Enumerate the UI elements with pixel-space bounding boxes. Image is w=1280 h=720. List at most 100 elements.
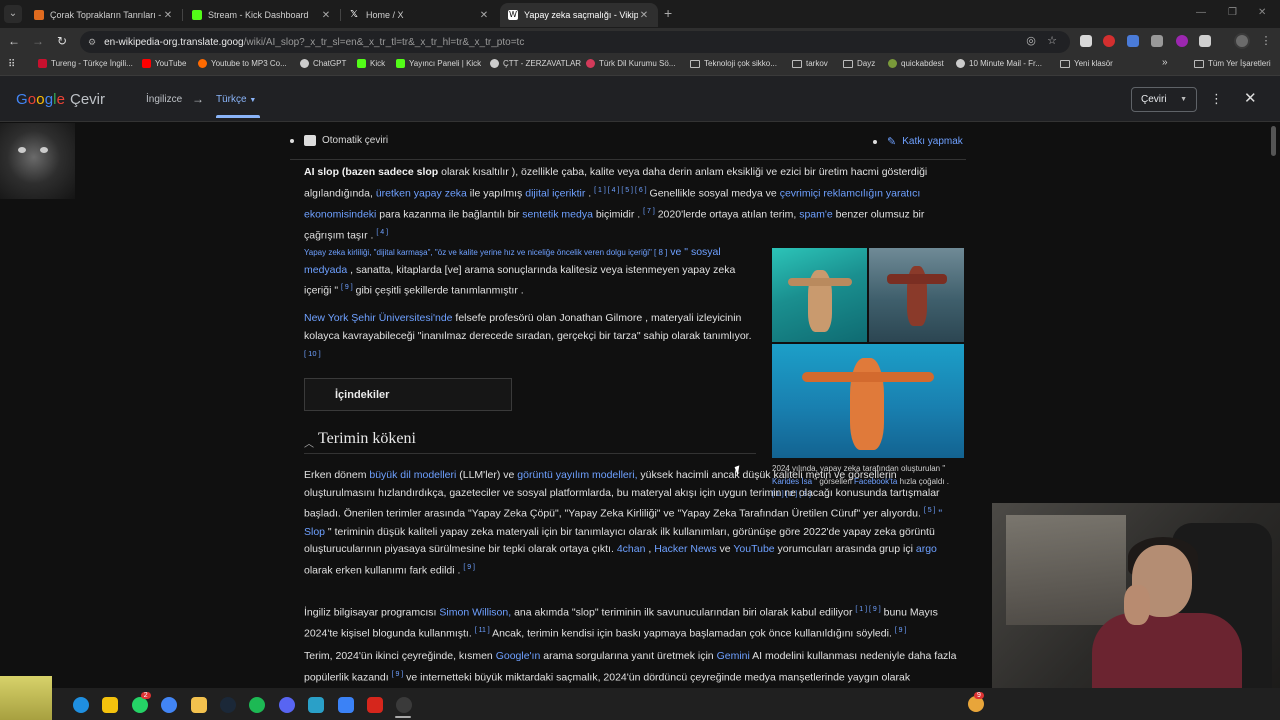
citation-refs[interactable]: [ 9 ] [463,564,475,571]
translation-menu-button[interactable]: Çeviri ▼ [1131,87,1197,112]
back-icon[interactable]: ← [6,34,22,48]
profile-avatar[interactable] [1234,33,1250,49]
link-hacker-news[interactable]: Hacker News [654,543,716,555]
whatsapp-icon[interactable] [131,697,148,713]
section-heading[interactable]: ︿ Terimin kökeni [304,428,756,454]
tab-4-active[interactable]: W Yapay zeka saçmalığı - Vikipedi ✕ [500,3,658,27]
citation-refs[interactable]: [ 7 ] [643,208,655,215]
apps-icon[interactable]: ⠿ [8,59,15,70]
citation-refs[interactable]: [ 1 ] [ 9 ] [855,606,880,613]
bookmark-folder-tarkov[interactable]: tarkov [792,59,828,68]
link-google[interactable]: Google'ın [496,650,541,662]
minimize-icon[interactable]: — [1196,7,1206,18]
bookmark-tdk[interactable]: Türk Dil Kurumu Sö... [586,59,675,68]
link-diffusion-models[interactable]: görüntü yayılım modelleri, [517,469,637,481]
citation-refs[interactable]: [ 10 ] [304,349,321,358]
close-icon[interactable]: ✕ [162,10,174,21]
bookmark-folder-dayz[interactable]: Dayz [843,59,875,68]
bookmark-ctt[interactable]: ÇTT - ZERZAVATLAR [490,59,581,68]
steam-icon[interactable] [220,697,236,713]
extension-icon[interactable] [1176,35,1188,47]
acrobat-icon[interactable] [367,697,383,713]
contribute-link[interactable]: ✎ Katkı yapmak [873,135,963,148]
google-logo: Google [16,91,65,108]
translate-product-name: Çevir [70,91,106,108]
file-explorer-icon[interactable] [190,697,207,713]
address-bar[interactable]: ⚙ en-wikipedia-org.translate.goog /wiki/… [80,31,1070,53]
messenger-icon[interactable] [337,697,354,713]
notes-icon[interactable] [102,697,119,713]
link-synthetic-media[interactable]: sentetik medya [522,208,593,220]
link-digital-content[interactable]: dijital içeriktir [525,187,585,199]
bookmark-folder-yeni[interactable]: Yeni klasör [1060,59,1113,68]
bookmark-kick-panel[interactable]: Yayıncı Paneli | Kick [396,59,481,68]
new-tab-button[interactable]: + [664,5,672,21]
link-argo[interactable]: argo [916,543,937,555]
bookmark-youtube[interactable]: YouTube [142,59,186,68]
link-spam[interactable]: spam'e [799,208,833,220]
shrimp-jesus-image-2[interactable] [869,248,964,342]
browser-tab-strip: ⌄ Çorak Toprakların Tanrıları - ZEZ ✕ St… [0,0,1280,28]
extension-icon[interactable] [1103,35,1115,47]
discord-icon[interactable] [278,697,295,713]
target-language[interactable]: Türkçe ▼ [216,94,256,105]
all-bookmarks[interactable]: Tüm Yer İşaretleri [1194,59,1271,68]
link-gemini[interactable]: Gemini [717,650,750,662]
close-icon[interactable]: ✕ [638,10,650,21]
more-options-icon[interactable]: ⋮ [1210,91,1223,107]
tracking-blocked-icon[interactable]: ◎ [1024,34,1038,48]
bookmark-star-icon[interactable]: ☆ [1045,34,1059,48]
citation-refs[interactable]: [ 1 ] [ 4 ] [ 5 ] [ 6 ] [594,187,647,194]
extension-icon[interactable] [1127,35,1139,47]
citation-refs[interactable]: [ 9 ] [895,627,907,634]
app-icon[interactable] [308,697,325,713]
link-generative-ai[interactable]: üretken yapay zeka [376,187,467,199]
close-icon[interactable]: ✕ [320,10,332,21]
close-icon[interactable]: ✕ [1244,89,1257,107]
bookmark-tureng[interactable]: Tureng - Türkçe İngili... [38,59,133,68]
tab-1[interactable]: Çorak Toprakların Tanrıları - ZEZ ✕ [26,3,182,27]
reload-icon[interactable]: ↻ [54,34,70,48]
bookmark-folder-teknoloji[interactable]: Teknoloji çok sikko... [690,59,777,68]
maximize-icon[interactable]: ❐ [1228,7,1237,18]
citation-refs[interactable]: [ 9 ] [392,671,404,678]
link-llm[interactable]: büyük dil modelleri [369,469,456,481]
tab-2[interactable]: Stream - Kick Dashboard ✕ [184,3,340,27]
link-youtube[interactable]: YouTube [733,543,774,555]
site-info-icon[interactable]: ⚙ [88,37,96,48]
bookmark-mp3[interactable]: Youtube to MP3 Co... [198,59,287,68]
shrimp-jesus-image-3[interactable] [772,344,964,458]
forward-icon[interactable]: → [30,34,46,48]
citation-refs[interactable]: [ 4 ] [376,229,388,236]
citation-refs[interactable]: [ 11 ] [475,627,490,634]
shrimp-jesus-image-1[interactable] [772,248,867,342]
source-language[interactable]: İngilizce [146,94,182,105]
definition-quote-link[interactable]: Yapay zeka kirliliği, "dijital karmaşa",… [304,248,667,257]
citation-refs[interactable]: [ 5 ] [924,507,936,514]
link-simon-willison[interactable]: Simon Willison, [439,607,511,619]
bookmark-kick[interactable]: Kick [357,59,385,68]
table-of-contents-button[interactable]: İçindekiler [304,378,512,411]
bookmarks-overflow-icon[interactable]: » [1162,57,1168,68]
paragraph-intro: AI slop (bazen sadece slop olarak kısalt… [304,166,928,242]
extension-icon[interactable] [1080,35,1092,47]
quickabdest-icon [888,59,897,68]
page-scrollbar[interactable] [1271,126,1276,156]
bookmark-quickabdest[interactable]: quickabdest [888,59,944,68]
tab-search-button[interactable]: ⌄ [4,5,22,23]
extension-icon[interactable] [1151,35,1163,47]
tab-3[interactable]: 𝕏 Home / X ✕ [342,3,498,27]
link-4chan[interactable]: 4chan [617,543,646,555]
bookmark-chatgpt[interactable]: ChatGPT [300,59,346,68]
chevron-up-icon[interactable]: ︿ [304,435,314,450]
close-icon[interactable]: ✕ [478,10,490,21]
link-cuny[interactable]: New York Şehir Üniversitesi'nde [304,312,453,324]
edge-icon[interactable] [73,697,89,713]
notification-badge: 2 [140,692,151,699]
close-window-icon[interactable]: ✕ [1258,7,1266,18]
browser-menu-icon[interactable]: ⋮ [1259,34,1273,48]
extensions-puzzle-icon[interactable] [1199,35,1211,47]
bookmark-10minutemail[interactable]: 10 Minute Mail - Fr... [956,59,1042,68]
kick-icon [396,59,405,68]
citation-refs[interactable]: [ 9 ] [341,284,353,291]
